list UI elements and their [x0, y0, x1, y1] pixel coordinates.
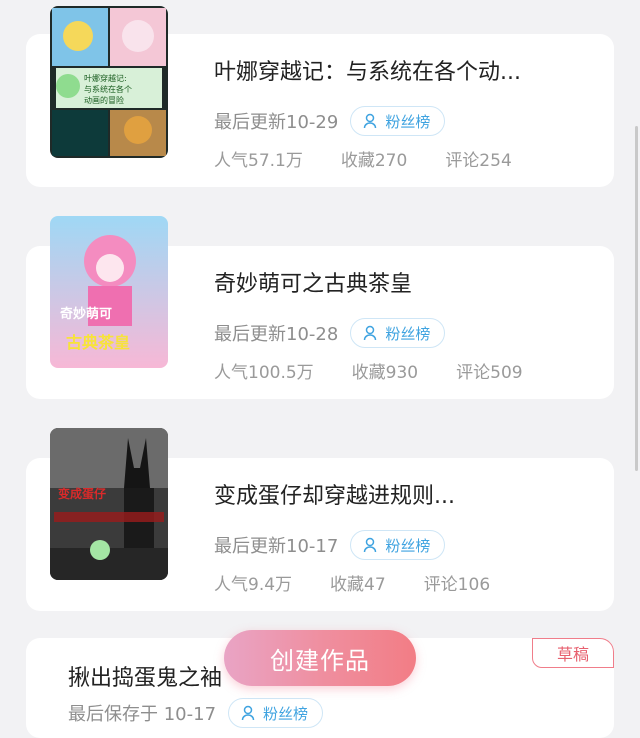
cover-art-1: 叶娜穿越记: 与系统在各个 动画的冒险 [50, 6, 168, 158]
user-icon [241, 705, 255, 721]
svg-text:与系统在各个: 与系统在各个 [84, 84, 132, 94]
popularity: 人气100.5万 [214, 363, 314, 383]
work-title[interactable]: 奇妙萌可之古典茶皇 [214, 266, 412, 298]
create-work-button[interactable]: 创建作品 [224, 630, 416, 686]
fan-ranking-label: 粉丝榜 [385, 112, 431, 131]
work-title[interactable]: 叶娜穿越记：与系统在各个动... [214, 54, 521, 86]
scrollbar[interactable] [635, 126, 638, 471]
svg-text:变成蛋仔: 变成蛋仔 [58, 486, 106, 501]
popularity: 人气9.4万 [214, 575, 293, 595]
work-title[interactable]: 揪出捣蛋鬼之袖 [68, 660, 222, 692]
comments: 评论106 [423, 575, 491, 595]
fan-ranking-label: 粉丝榜 [385, 324, 431, 343]
fan-ranking-button[interactable]: 粉丝榜 [350, 106, 446, 136]
work-meta: 最后更新10-17 粉丝榜 [214, 530, 446, 560]
work-meta: 最后更新10-28 粉丝榜 [214, 318, 446, 348]
work-cover[interactable]: 奇妙萌可 古典茶皇 [50, 216, 168, 368]
work-cover[interactable]: 叶娜穿越记: 与系统在各个 动画的冒险 [50, 6, 168, 158]
svg-text:叶娜穿越记:: 叶娜穿越记: [84, 73, 127, 83]
svg-text:古典茶皇: 古典茶皇 [66, 333, 130, 352]
fan-ranking-label: 粉丝榜 [385, 536, 431, 555]
work-stats: 人气57.1万 收藏270 评论254 [214, 146, 512, 171]
user-icon [364, 537, 377, 553]
work-meta: 最后保存于 10-17 粉丝榜 [68, 698, 324, 728]
cover-art-2: 奇妙萌可 古典茶皇 [50, 216, 168, 368]
fan-ranking-label: 粉丝榜 [263, 704, 309, 723]
svg-text:动画的冒险: 动画的冒险 [84, 95, 124, 105]
cover-art-3: 变成蛋仔 [50, 428, 168, 580]
fan-ranking-button[interactable]: 粉丝榜 [350, 530, 446, 560]
popularity: 人气57.1万 [214, 151, 303, 171]
fan-ranking-button[interactable]: 粉丝榜 [350, 318, 446, 348]
comments: 评论509 [456, 363, 523, 383]
work-meta: 最后更新10-29 粉丝榜 [214, 106, 446, 136]
user-icon [364, 113, 377, 129]
favorites: 收藏270 [340, 151, 408, 171]
user-icon [364, 325, 377, 341]
last-updated: 最后更新10-17 [214, 536, 339, 557]
last-updated: 最后更新10-29 [214, 112, 339, 133]
fan-ranking-button[interactable]: 粉丝榜 [228, 698, 324, 728]
work-title[interactable]: 变成蛋仔却穿越进规则... [214, 478, 455, 510]
comments: 评论254 [445, 151, 512, 171]
svg-text:奇妙萌可: 奇妙萌可 [60, 306, 112, 322]
work-cover[interactable]: 变成蛋仔 [50, 428, 168, 580]
favorites: 收藏47 [330, 575, 386, 595]
last-saved: 最后保存于 10-17 [68, 704, 217, 725]
draft-badge: 草稿 [531, 638, 614, 668]
last-updated: 最后更新10-28 [214, 324, 339, 345]
work-stats: 人气9.4万 收藏47 评论106 [214, 570, 490, 595]
work-stats: 人气100.5万 收藏930 评论509 [214, 358, 523, 383]
favorites: 收藏930 [351, 363, 419, 383]
